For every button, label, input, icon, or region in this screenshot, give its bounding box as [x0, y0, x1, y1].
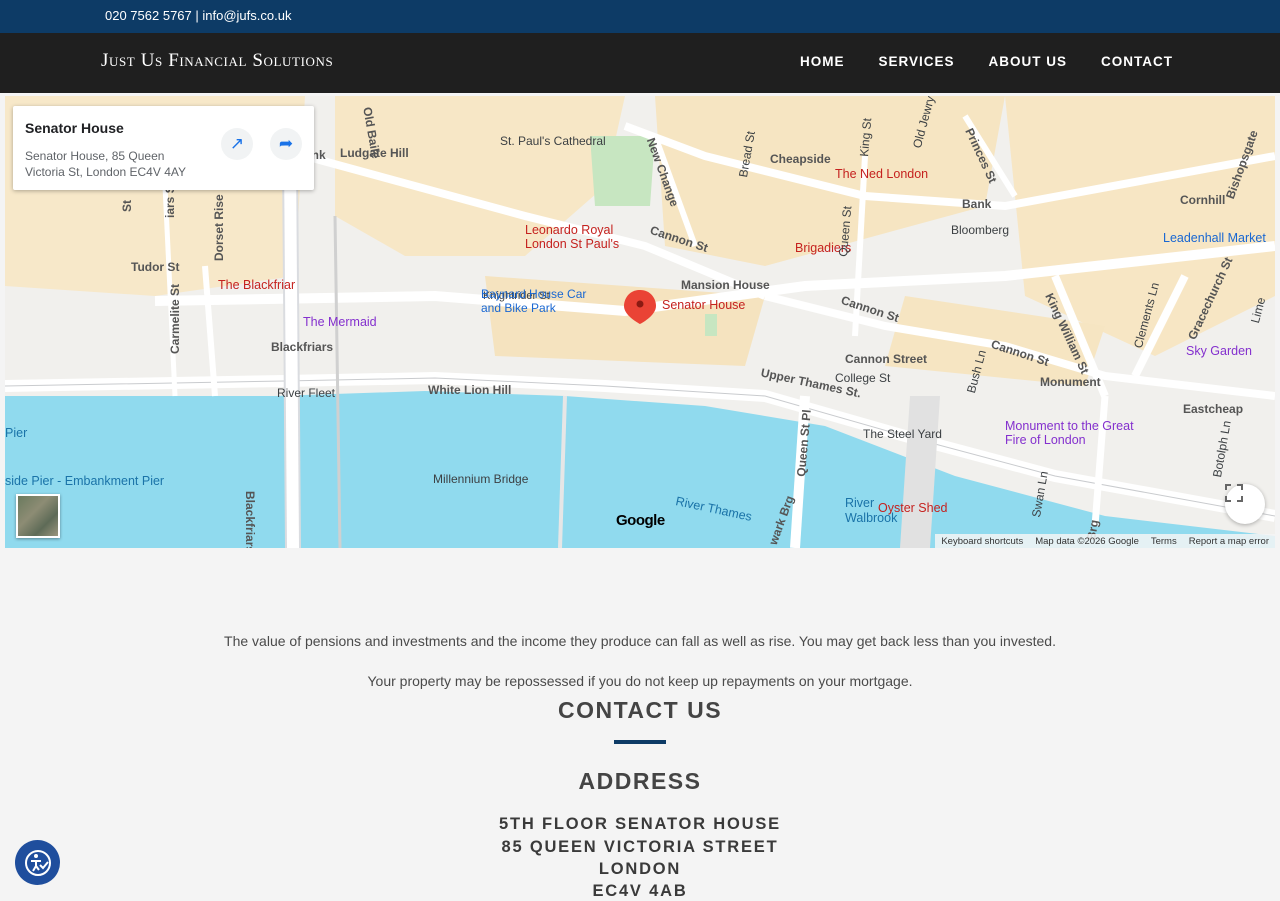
- label-pier: Pier: [5, 426, 28, 440]
- map-attribution: Keyboard shortcuts Map data ©2026 Google…: [935, 534, 1275, 548]
- email-link[interactable]: info@jufs.co.uk: [202, 8, 291, 23]
- label-mermaid: The Mermaid: [303, 315, 377, 329]
- label-bank: Bank: [962, 197, 992, 211]
- nav-contact[interactable]: CONTACT: [1101, 54, 1173, 69]
- address-line-4: EC4V 4AB: [592, 882, 688, 900]
- satellite-toggle[interactable]: [16, 494, 60, 538]
- label-oyster-shed: Oyster Shed: [878, 501, 948, 515]
- google-map[interactable]: St. Paul's Cathedral Ludgate Hill Cheaps…: [5, 96, 1275, 548]
- label-st-pauls: St. Paul's Cathedral: [500, 134, 606, 148]
- label-cheapside: Cheapside: [770, 152, 831, 166]
- label-tudor: Tudor St: [131, 260, 180, 274]
- address-line-1: 5TH FLOOR SENATOR HOUSE: [499, 815, 781, 833]
- label-blackfriars: Blackfriars: [271, 340, 334, 354]
- label-monument: Monument: [1040, 375, 1101, 389]
- label-baynard: Baynard House Car and Bike Park: [481, 287, 587, 315]
- label-ned-london: The Ned London: [835, 167, 929, 181]
- label-senator-house[interactable]: Senator House: [662, 298, 745, 312]
- contact-heading: CONTACT US: [557, 697, 723, 723]
- accessibility-icon: [24, 849, 51, 876]
- investment-disclaimer: The value of pensions and investments an…: [224, 633, 1056, 649]
- address-line-3: LONDON: [598, 860, 682, 878]
- place-info-card: Senator House Senator House, 85 Queen Vi…: [13, 106, 314, 190]
- label-leonardo: Leonardo Royal London St Paul's: [525, 223, 620, 251]
- address-heading: ADDRESS: [578, 768, 702, 794]
- nav-services[interactable]: SERVICES: [878, 54, 954, 69]
- label-leadenhall: Leadenhall Market: [1163, 231, 1266, 245]
- place-title: Senator House: [25, 120, 124, 136]
- label-carmelite: Carmelite St: [168, 283, 182, 354]
- external-link-icon: ↗: [229, 134, 245, 153]
- mortgage-disclaimer: Your property may be repossessed if you …: [367, 673, 913, 689]
- top-contact-info: 020 7562 5767 | info@jufs.co.uk: [105, 8, 291, 23]
- label-monument-fire: Monument to the Great Fire of London: [1005, 419, 1134, 447]
- label-cannon-street: Cannon Street: [845, 352, 928, 366]
- directions-icon: ➦: [278, 134, 294, 153]
- label-mansion-house: Mansion House: [681, 278, 770, 292]
- place-address: Senator House, 85 Queen Victoria St, Lon…: [25, 149, 186, 179]
- directions-button[interactable]: ➦: [270, 128, 302, 160]
- label-sky-garden: Sky Garden: [1186, 344, 1253, 358]
- label-steel-yard: The Steel Yard: [863, 427, 942, 441]
- site-logo[interactable]: Just Us Financial Solutions: [101, 50, 333, 72]
- address-line-2: 85 QUEEN VICTORIA STREET: [501, 838, 779, 856]
- label-white-lion: White Lion Hill: [428, 383, 512, 397]
- label-millennium: Millennium Bridge: [433, 472, 529, 486]
- main-nav: HOME SERVICES ABOUT US CONTACT: [800, 54, 1173, 69]
- label-blackfriar: The Blackfriar: [218, 278, 296, 292]
- accessibility-button[interactable]: [15, 840, 60, 885]
- label-blackfriars-bridge: Blackfriars Bridge: [243, 491, 257, 548]
- top-contact-bar: 020 7562 5767 | info@jufs.co.uk: [0, 0, 1280, 33]
- heading-underline: [614, 740, 666, 744]
- phone-link[interactable]: 020 7562 5767: [105, 8, 192, 23]
- label-embankment-pier: side Pier - Embankment Pier: [5, 474, 165, 488]
- label-dorset: Dorset Rise: [212, 194, 226, 261]
- nav-about-us[interactable]: ABOUT US: [989, 54, 1068, 69]
- nav-home[interactable]: HOME: [800, 54, 845, 69]
- label-cornhill: Cornhill: [1180, 193, 1226, 207]
- label-eastcheap: Eastcheap: [1183, 402, 1244, 416]
- main-navbar: Just Us Financial Solutions HOME SERVICE…: [0, 33, 1280, 93]
- keyboard-shortcuts-link[interactable]: Keyboard shortcuts: [941, 536, 1023, 547]
- fullscreen-button[interactable]: [1225, 484, 1265, 524]
- label-river-fleet: River Fleet: [277, 386, 336, 400]
- fullscreen-icon: [1225, 484, 1243, 502]
- terms-link[interactable]: Terms: [1151, 536, 1177, 547]
- google-logo: Google: [616, 512, 665, 529]
- label-bloomberg: Bloomberg: [951, 223, 1010, 237]
- open-in-maps-button[interactable]: ↗: [221, 128, 253, 160]
- map-data-text: Map data ©2026 Google: [1035, 535, 1139, 547]
- label-st: St: [120, 200, 134, 212]
- report-error-link[interactable]: Report a map error: [1189, 536, 1269, 547]
- separator: |: [191, 8, 203, 23]
